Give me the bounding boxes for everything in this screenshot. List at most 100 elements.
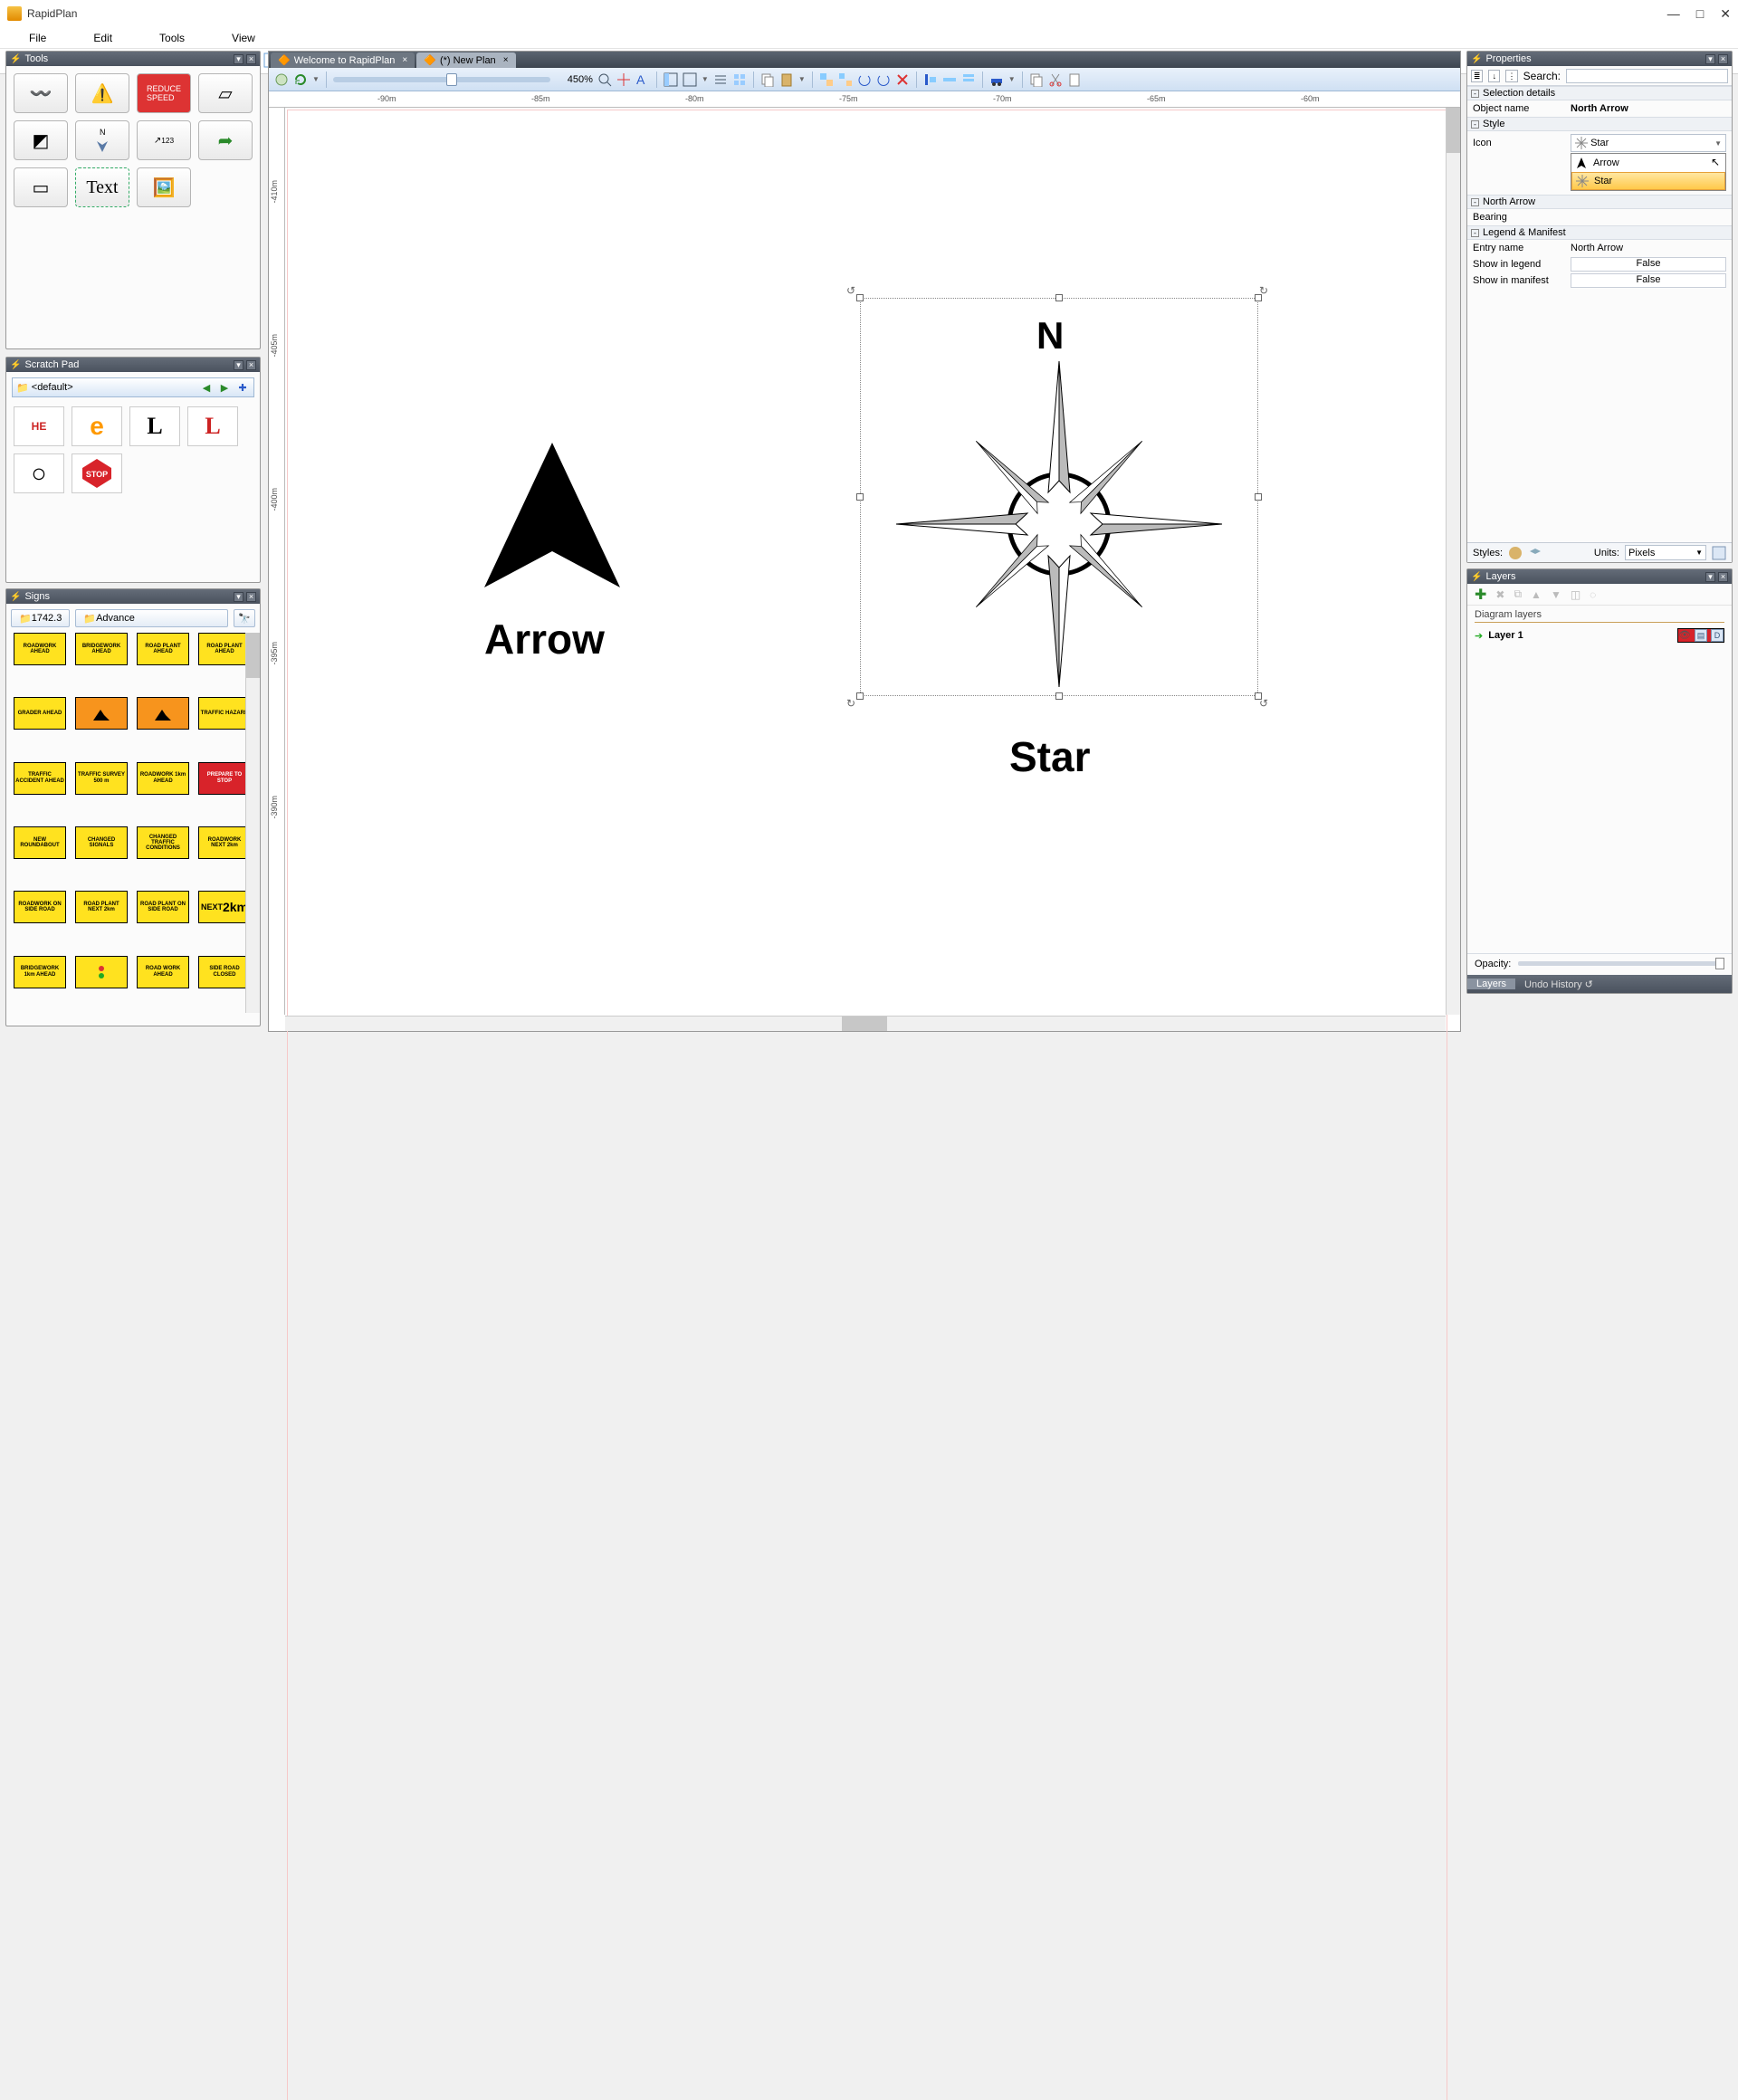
- align2-icon[interactable]: [942, 72, 957, 87]
- paste-icon[interactable]: [779, 72, 794, 87]
- panel-pin-icon[interactable]: ▾: [1705, 54, 1715, 64]
- tab-layers[interactable]: Layers: [1467, 978, 1515, 989]
- tool-zone[interactable]: ◩: [14, 120, 68, 160]
- menu-tools[interactable]: Tools: [136, 30, 208, 46]
- panel-close-icon[interactable]: ×: [246, 54, 256, 64]
- panel-close-icon[interactable]: ×: [1718, 54, 1728, 64]
- layout1-icon[interactable]: [664, 72, 678, 87]
- sign-item[interactable]: ROAD PLANT ON SIDE ROAD: [137, 891, 189, 923]
- palette-icon[interactable]: [1508, 546, 1523, 560]
- scratch-item[interactable]: HE: [14, 406, 64, 446]
- tab-undo[interactable]: Undo History ↺: [1515, 978, 1602, 990]
- signs-scrollbar[interactable]: [245, 633, 260, 1013]
- sign-item[interactable]: NEW ROUNDABOUT: [14, 826, 66, 859]
- signs-category[interactable]: 📁 Advance: [75, 609, 228, 627]
- vertical-scrollbar[interactable]: [1446, 108, 1460, 1015]
- scratch-item[interactable]: L: [129, 406, 180, 446]
- up-layer-icon[interactable]: ▲: [1531, 588, 1542, 601]
- list-icon[interactable]: [713, 72, 728, 87]
- north-arrow-star[interactable]: [864, 352, 1254, 696]
- tab-welcome[interactable]: 🔶 Welcome to RapidPlan×: [271, 52, 415, 68]
- sign-item[interactable]: CHANGED SIGNALS: [75, 826, 128, 859]
- sign-item[interactable]: [75, 956, 128, 988]
- icon-option-star[interactable]: Star↖: [1571, 172, 1725, 190]
- duplicate-layer-icon[interactable]: ⧉: [1514, 587, 1522, 601]
- zoom-icon[interactable]: [597, 72, 612, 87]
- badge-a[interactable]: ▤: [1695, 629, 1707, 642]
- scratch-item[interactable]: STOP: [72, 453, 122, 493]
- tool-shape[interactable]: ▭: [14, 167, 68, 207]
- minimize-button[interactable]: ―: [1667, 6, 1680, 22]
- tab-close-icon[interactable]: ×: [402, 55, 407, 65]
- align3-icon[interactable]: [961, 72, 976, 87]
- add-icon[interactable]: ✚: [235, 380, 250, 395]
- menu-view[interactable]: View: [208, 30, 279, 46]
- close-button[interactable]: ✕: [1720, 6, 1731, 22]
- panel-pin-icon[interactable]: ▾: [1705, 572, 1715, 582]
- clipboard-icon[interactable]: [1067, 72, 1082, 87]
- sign-item[interactable]: [75, 697, 128, 730]
- refresh-icon[interactable]: [293, 72, 308, 87]
- signs-code[interactable]: 📁 1742.3: [11, 609, 70, 627]
- showlegend-value[interactable]: False: [1571, 257, 1726, 272]
- add-layer-icon[interactable]: ✚: [1475, 586, 1486, 604]
- sign-item[interactable]: ROADWORK 1km AHEAD: [137, 762, 189, 795]
- align1-icon[interactable]: [923, 72, 938, 87]
- panel-pin-icon[interactable]: ▾: [234, 592, 244, 602]
- sign-item[interactable]: PREPARE TO STOP: [198, 762, 251, 795]
- scratch-item[interactable]: L: [187, 406, 238, 446]
- sign-item[interactable]: SIDE ROAD CLOSED: [198, 956, 251, 988]
- search-input[interactable]: [1566, 69, 1728, 83]
- ungroup-icon[interactable]: [838, 72, 853, 87]
- opacity-slider[interactable]: [1518, 961, 1724, 966]
- sign-item[interactable]: NEXT2km: [198, 891, 251, 923]
- next-icon[interactable]: ▶: [217, 380, 232, 395]
- sign-item[interactable]: ROADWORK NEXT 2km: [198, 826, 251, 859]
- tool-signs[interactable]: ⚠️: [75, 73, 129, 113]
- tool-surface[interactable]: ▱: [198, 73, 253, 113]
- sign-item[interactable]: BRIDGEWORK AHEAD: [75, 633, 128, 665]
- menu-file[interactable]: File: [5, 30, 70, 46]
- sort-mode-1[interactable]: ≣: [1471, 70, 1483, 82]
- panel-close-icon[interactable]: ×: [1718, 572, 1728, 582]
- sign-item[interactable]: GRADER AHEAD: [14, 697, 66, 730]
- tab-close-icon[interactable]: ×: [503, 55, 509, 65]
- rotate-left-icon[interactable]: [857, 72, 872, 87]
- canvas[interactable]: Arrow ↺↻ ↻↺ N Star: [285, 108, 1446, 1015]
- tool-image[interactable]: 🖼️: [137, 167, 191, 207]
- prev-icon[interactable]: ◀: [199, 380, 214, 395]
- north-arrow-arrow[interactable]: [466, 434, 638, 606]
- scratch-item[interactable]: e: [72, 406, 122, 446]
- showmanifest-value[interactable]: False: [1571, 273, 1726, 288]
- sort-mode-3[interactable]: ⋮: [1505, 70, 1517, 82]
- copy-icon[interactable]: [760, 72, 775, 87]
- delete-layer-icon[interactable]: ✖: [1495, 588, 1504, 601]
- scratch-combo[interactable]: 📁 <default> ◀▶✚: [12, 377, 254, 397]
- section-legend[interactable]: Legend & Manifest: [1483, 227, 1566, 238]
- panel-close-icon[interactable]: ×: [246, 592, 256, 602]
- icon-option-arrow[interactable]: Arrow: [1571, 154, 1725, 172]
- binoculars-icon[interactable]: 🔭: [234, 609, 255, 627]
- sign-item[interactable]: ROAD PLANT AHEAD: [137, 633, 189, 665]
- tool-measure[interactable]: ↗123: [137, 120, 191, 160]
- down-layer-icon[interactable]: ▼: [1551, 588, 1561, 601]
- vehicle-icon[interactable]: [989, 72, 1004, 87]
- sign-item[interactable]: ROAD PLANT AHEAD: [198, 633, 251, 665]
- section-selection-details[interactable]: Selection details: [1483, 88, 1555, 99]
- sign-item[interactable]: ROAD PLANT NEXT 2km: [75, 891, 128, 923]
- icon-combo[interactable]: Star▼ Arrow Star↖: [1571, 134, 1726, 152]
- cursor-icon[interactable]: A: [635, 72, 650, 87]
- sign-item[interactable]: CHANGED TRAFFIC CONDITIONS: [137, 826, 189, 859]
- sign-item[interactable]: BRIDGEWORK 1km AHEAD: [14, 956, 66, 988]
- menu-edit[interactable]: Edit: [70, 30, 136, 46]
- scratch-item[interactable]: ◯: [14, 453, 64, 493]
- eye-icon[interactable]: 👁: [1678, 629, 1691, 642]
- section-style[interactable]: Style: [1483, 119, 1504, 129]
- layer-name[interactable]: Layer 1: [1488, 630, 1523, 641]
- delete-sel-icon[interactable]: [895, 72, 910, 87]
- panel-pin-icon[interactable]: ▾: [234, 54, 244, 64]
- units-combo[interactable]: Pixels▼: [1625, 545, 1706, 560]
- rotate-right-icon[interactable]: [876, 72, 891, 87]
- units-opt-icon[interactable]: [1712, 546, 1726, 560]
- tool-arrow[interactable]: ➦: [198, 120, 253, 160]
